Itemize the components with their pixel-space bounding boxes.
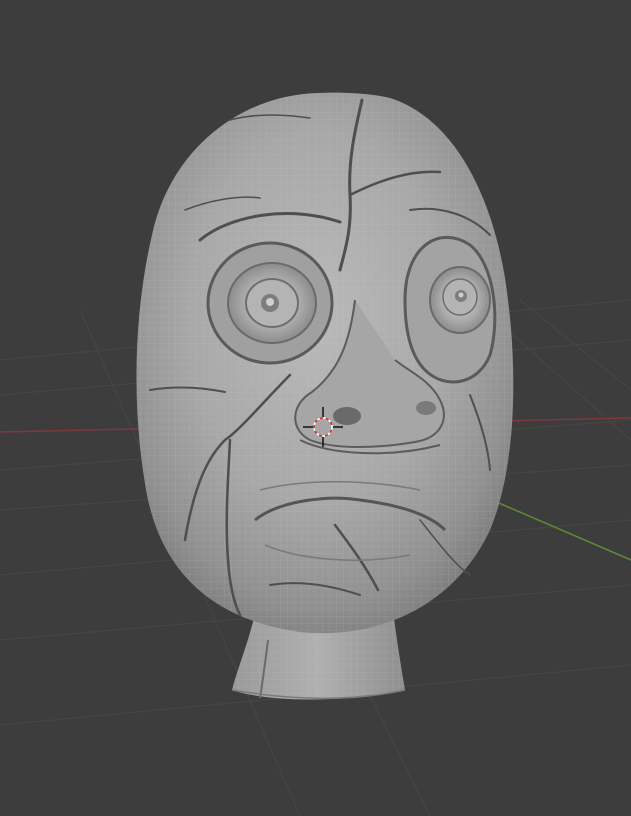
- viewport-canvas[interactable]: [0, 0, 631, 816]
- right-eye[interactable]: [403, 235, 497, 384]
- head-mesh[interactable]: [136, 92, 514, 634]
- left-eye[interactable]: [206, 241, 334, 365]
- 3d-viewport[interactable]: [0, 0, 631, 816]
